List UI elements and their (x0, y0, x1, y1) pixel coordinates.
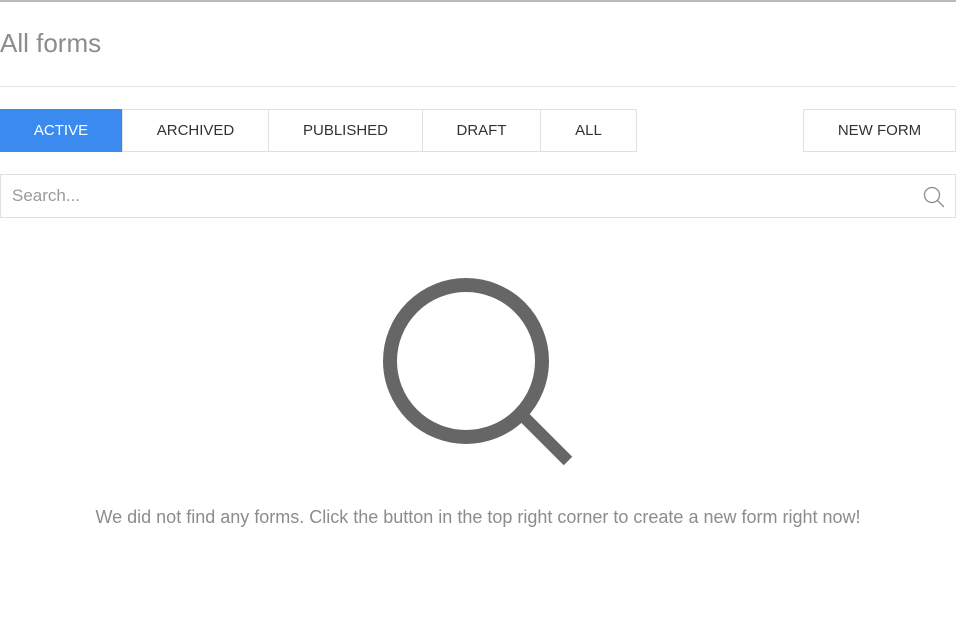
tab-active[interactable]: ACTIVE (0, 109, 123, 152)
top-divider (0, 0, 956, 2)
new-form-button[interactable]: NEW FORM (803, 109, 956, 152)
tab-draft[interactable]: DRAFT (423, 110, 541, 151)
filter-tabs: ACTIVE ARCHIVED PUBLISHED DRAFT ALL (0, 109, 637, 152)
search-box (0, 174, 956, 218)
search-icon[interactable] (923, 186, 945, 208)
empty-state-message: We did not find any forms. Click the but… (95, 507, 861, 527)
page-title: All forms (0, 28, 102, 58)
search-input[interactable] (1, 175, 901, 217)
forms-page: All forms ACTIVE ARCHIVED PUBLISHED DRAF… (0, 0, 956, 620)
tab-all[interactable]: ALL (541, 110, 636, 151)
magnifier-icon (383, 278, 573, 466)
title-divider (0, 86, 956, 87)
tab-archived[interactable]: ARCHIVED (123, 110, 269, 151)
tab-published[interactable]: PUBLISHED (269, 110, 423, 151)
